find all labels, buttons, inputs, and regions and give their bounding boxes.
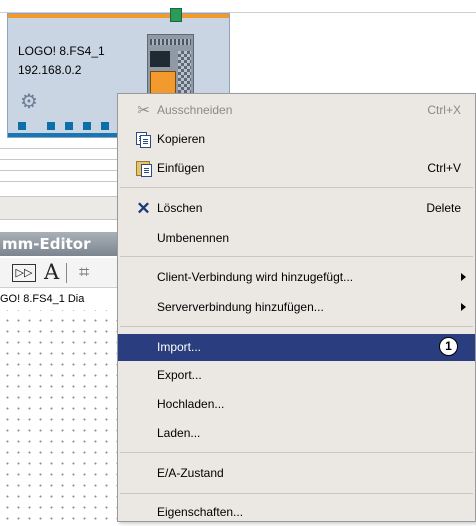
submenu-arrow-icon [461, 303, 466, 311]
menu-item-copy[interactable]: Kopieren [118, 126, 475, 153]
menu-item-export[interactable]: Export... [118, 362, 475, 389]
menu-item-rename[interactable]: Umbenennen [118, 225, 475, 252]
grid-tool-icon[interactable]: ⌗ [79, 262, 89, 282]
module-slot-icon [18, 122, 26, 130]
device-accent-bar [8, 14, 229, 18]
module-slot-icon [101, 122, 109, 130]
module-slot-icon [65, 122, 73, 130]
submenu-arrow-icon [461, 273, 466, 281]
toolbar-separator [66, 263, 67, 283]
menu-item-delete[interactable]: ✕ Löschen Delete [118, 195, 475, 222]
context-menu: ✂ Ausschneiden Ctrl+X Kopieren Einfügen … [117, 93, 476, 522]
menu-item-add-server-connection[interactable]: Serververbindung hinzufügen... [118, 294, 475, 321]
ethernet-port-icon[interactable] [170, 8, 182, 22]
diagram-canvas[interactable] [0, 310, 130, 522]
connector-tool-icon[interactable]: ▷▷ [12, 264, 36, 282]
menu-item-shortcut: Delete [426, 201, 461, 215]
menu-item-label: Laden... [157, 426, 201, 440]
scissors-icon: ✂ [137, 102, 150, 119]
menu-separator [120, 326, 473, 327]
copy-icon [135, 131, 152, 148]
menu-item-label: Serververbindung hinzufügen... [157, 300, 324, 314]
menu-item-add-client-connection[interactable]: Client-Verbindung wird hinzugefügt... [118, 264, 475, 291]
menu-item-label: Kopieren [157, 132, 206, 146]
device-ip: 192.168.0.2 [18, 63, 82, 77]
menu-separator [120, 452, 473, 453]
module-slot-icon [83, 122, 91, 130]
gear-icon: ⚙ [20, 91, 38, 113]
menu-item-upload[interactable]: Hochladen... [118, 391, 475, 418]
menu-item-paste[interactable]: Einfügen Ctrl+V [118, 155, 475, 182]
menu-item-import[interactable]: Import... 1 [118, 334, 475, 361]
menu-item-shortcut: Ctrl+V [427, 161, 461, 175]
menu-item-download[interactable]: Laden... [118, 420, 475, 447]
menu-separator [120, 256, 473, 257]
menu-item-label: Hochladen... [157, 397, 225, 411]
menu-item-label: Export... [157, 368, 202, 382]
panel-splitter[interactable] [0, 196, 120, 220]
delete-icon: ✕ [136, 199, 151, 218]
callout-badge: 1 [439, 337, 458, 356]
text-tool-icon[interactable]: A [44, 260, 59, 284]
menu-item-cut[interactable]: ✂ Ausschneiden Ctrl+X [118, 97, 475, 124]
module-slot-icon [47, 122, 55, 130]
menu-item-label: Ausschneiden [157, 103, 233, 117]
menu-item-label: Client-Verbindung wird hinzugefügt... [157, 270, 354, 284]
editor-title: mm-Editor [0, 232, 130, 256]
menu-item-label: Umbenennen [157, 231, 230, 245]
menu-item-label: Import... [157, 340, 202, 354]
menu-separator [120, 493, 473, 494]
menu-item-shortcut: Ctrl+X [427, 103, 461, 117]
menu-item-label: E/A-Zustand [157, 466, 224, 480]
menu-item-label: Einfügen [157, 161, 205, 175]
menu-item-io-status[interactable]: E/A-Zustand [118, 460, 475, 487]
menu-separator [120, 187, 473, 188]
menu-item-label: Löschen [157, 201, 203, 215]
editor-toolbar: ▷▷ A ⌗ [0, 258, 130, 288]
device-name: LOGO! 8.FS4_1 [18, 44, 105, 58]
paste-icon [135, 160, 152, 177]
diagram-tab[interactable]: GO! 8.FS4_1 Dia [0, 290, 130, 308]
